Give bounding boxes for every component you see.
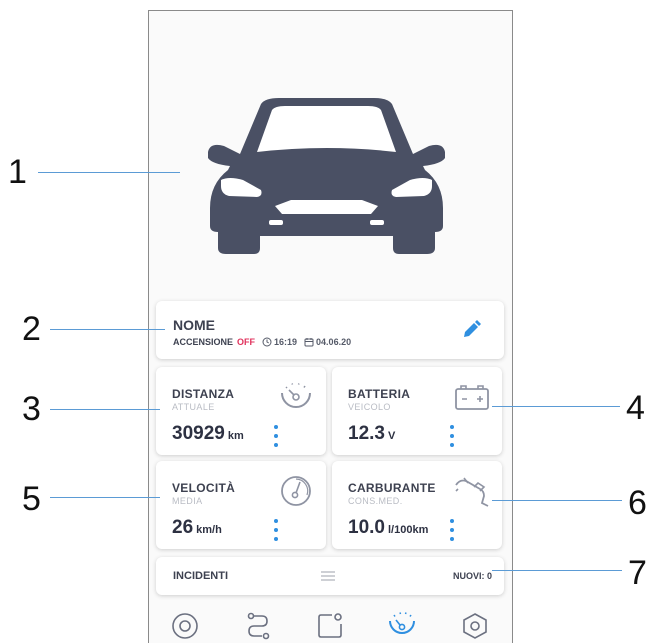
car-front-icon (208, 98, 445, 254)
callout-1: 1 (8, 153, 27, 191)
vehicle-name: NOME (173, 317, 215, 333)
fuel-unit: l/100km (387, 524, 429, 536)
callout-3: 3 (22, 390, 41, 428)
fuel-card[interactable]: CARBURANTE CONS.MED. 10.0 l/100km (332, 461, 502, 549)
battery-subtitle: VEICOLO (348, 402, 391, 412)
distance-subtitle: ATTUALE (172, 402, 215, 412)
incidents-card[interactable]: INCIDENTI NUOVI: 0 (156, 557, 504, 595)
callout-line-2 (50, 329, 165, 330)
time-value: 16:19 (274, 337, 298, 347)
callout-5: 5 (22, 480, 41, 518)
callout-line-3 (50, 409, 160, 410)
bottom-nav (149, 605, 511, 643)
callout-6: 6 (628, 484, 647, 522)
callout-line-6 (492, 500, 622, 501)
incidents-title: INCIDENTI (173, 570, 228, 582)
callout-line-5 (50, 497, 160, 498)
incidents-new-count: NUOVI: 0 (452, 571, 492, 581)
distance-title: DISTANZA (172, 387, 235, 401)
fuel-nozzle-icon (455, 477, 489, 507)
target-icon[interactable] (170, 611, 200, 641)
callout-line-4 (492, 406, 620, 407)
callout-4: 4 (626, 389, 645, 427)
pencil-icon[interactable] (460, 319, 482, 341)
last-date: 04.06.20 (304, 337, 351, 347)
clock-icon (262, 337, 272, 347)
speed-value: 26 (172, 517, 194, 538)
battery-value: 12.3 (348, 423, 385, 444)
last-time: 16:19 (262, 337, 297, 347)
distance-value: 30929 (172, 423, 225, 444)
callout-line-1 (38, 172, 180, 173)
distance-card[interactable]: DISTANZA ATTUALE 30929 km (156, 367, 326, 455)
ignition-label: ACCENSIONE (173, 337, 234, 347)
speed-title: VELOCITÀ (172, 481, 236, 495)
settings-hex-icon[interactable] (460, 611, 490, 641)
ignition-state: OFF (237, 337, 256, 347)
speedometer-icon (281, 383, 311, 408)
route-icon[interactable] (243, 611, 273, 641)
calendar-icon (304, 338, 314, 347)
battery-card[interactable]: BATTERIA VEICOLO 12.3 V (332, 367, 502, 455)
speed-subtitle: MEDIA (172, 496, 203, 506)
distance-value-row: 30929 km (172, 423, 244, 445)
fuel-menu-button[interactable] (447, 517, 457, 543)
fuel-value: 10.0 (348, 517, 385, 538)
battery-menu-button[interactable] (447, 423, 457, 449)
speed-card[interactable]: VELOCITÀ MEDIA 26 km/h (156, 461, 326, 549)
fuel-title: CARBURANTE (348, 481, 436, 495)
callout-line-7 (492, 570, 622, 571)
hamburger-icon (321, 571, 335, 581)
battery-icon (455, 385, 489, 410)
speed-unit: km/h (196, 524, 222, 536)
speed-menu-button[interactable] (271, 517, 281, 543)
battery-title: BATTERIA (348, 387, 411, 401)
ignition-status: ACCENSIONE OFF 16:19 04.06.20 (173, 337, 351, 347)
distance-menu-button[interactable] (271, 423, 281, 449)
callout-2: 2 (22, 310, 41, 348)
fuel-subtitle: CONS.MED. (348, 496, 403, 506)
gauge-icon (281, 476, 311, 506)
device-icon[interactable] (315, 611, 345, 641)
fuel-value-row: 10.0 l/100km (348, 517, 428, 539)
date-value: 04.06.20 (316, 337, 352, 347)
dashboard-icon[interactable] (387, 611, 417, 641)
callout-7: 7 (628, 554, 647, 592)
speed-value-row: 26 km/h (172, 517, 222, 539)
vehicle-name-card: NOME ACCENSIONE OFF 16:19 04.06.20 (156, 301, 504, 359)
distance-unit: km (227, 430, 244, 442)
phone-screen: NOME ACCENSIONE OFF 16:19 04.06.20 DISTA… (148, 10, 513, 643)
battery-unit: V (387, 430, 396, 442)
battery-value-row: 12.3 V (348, 423, 395, 445)
